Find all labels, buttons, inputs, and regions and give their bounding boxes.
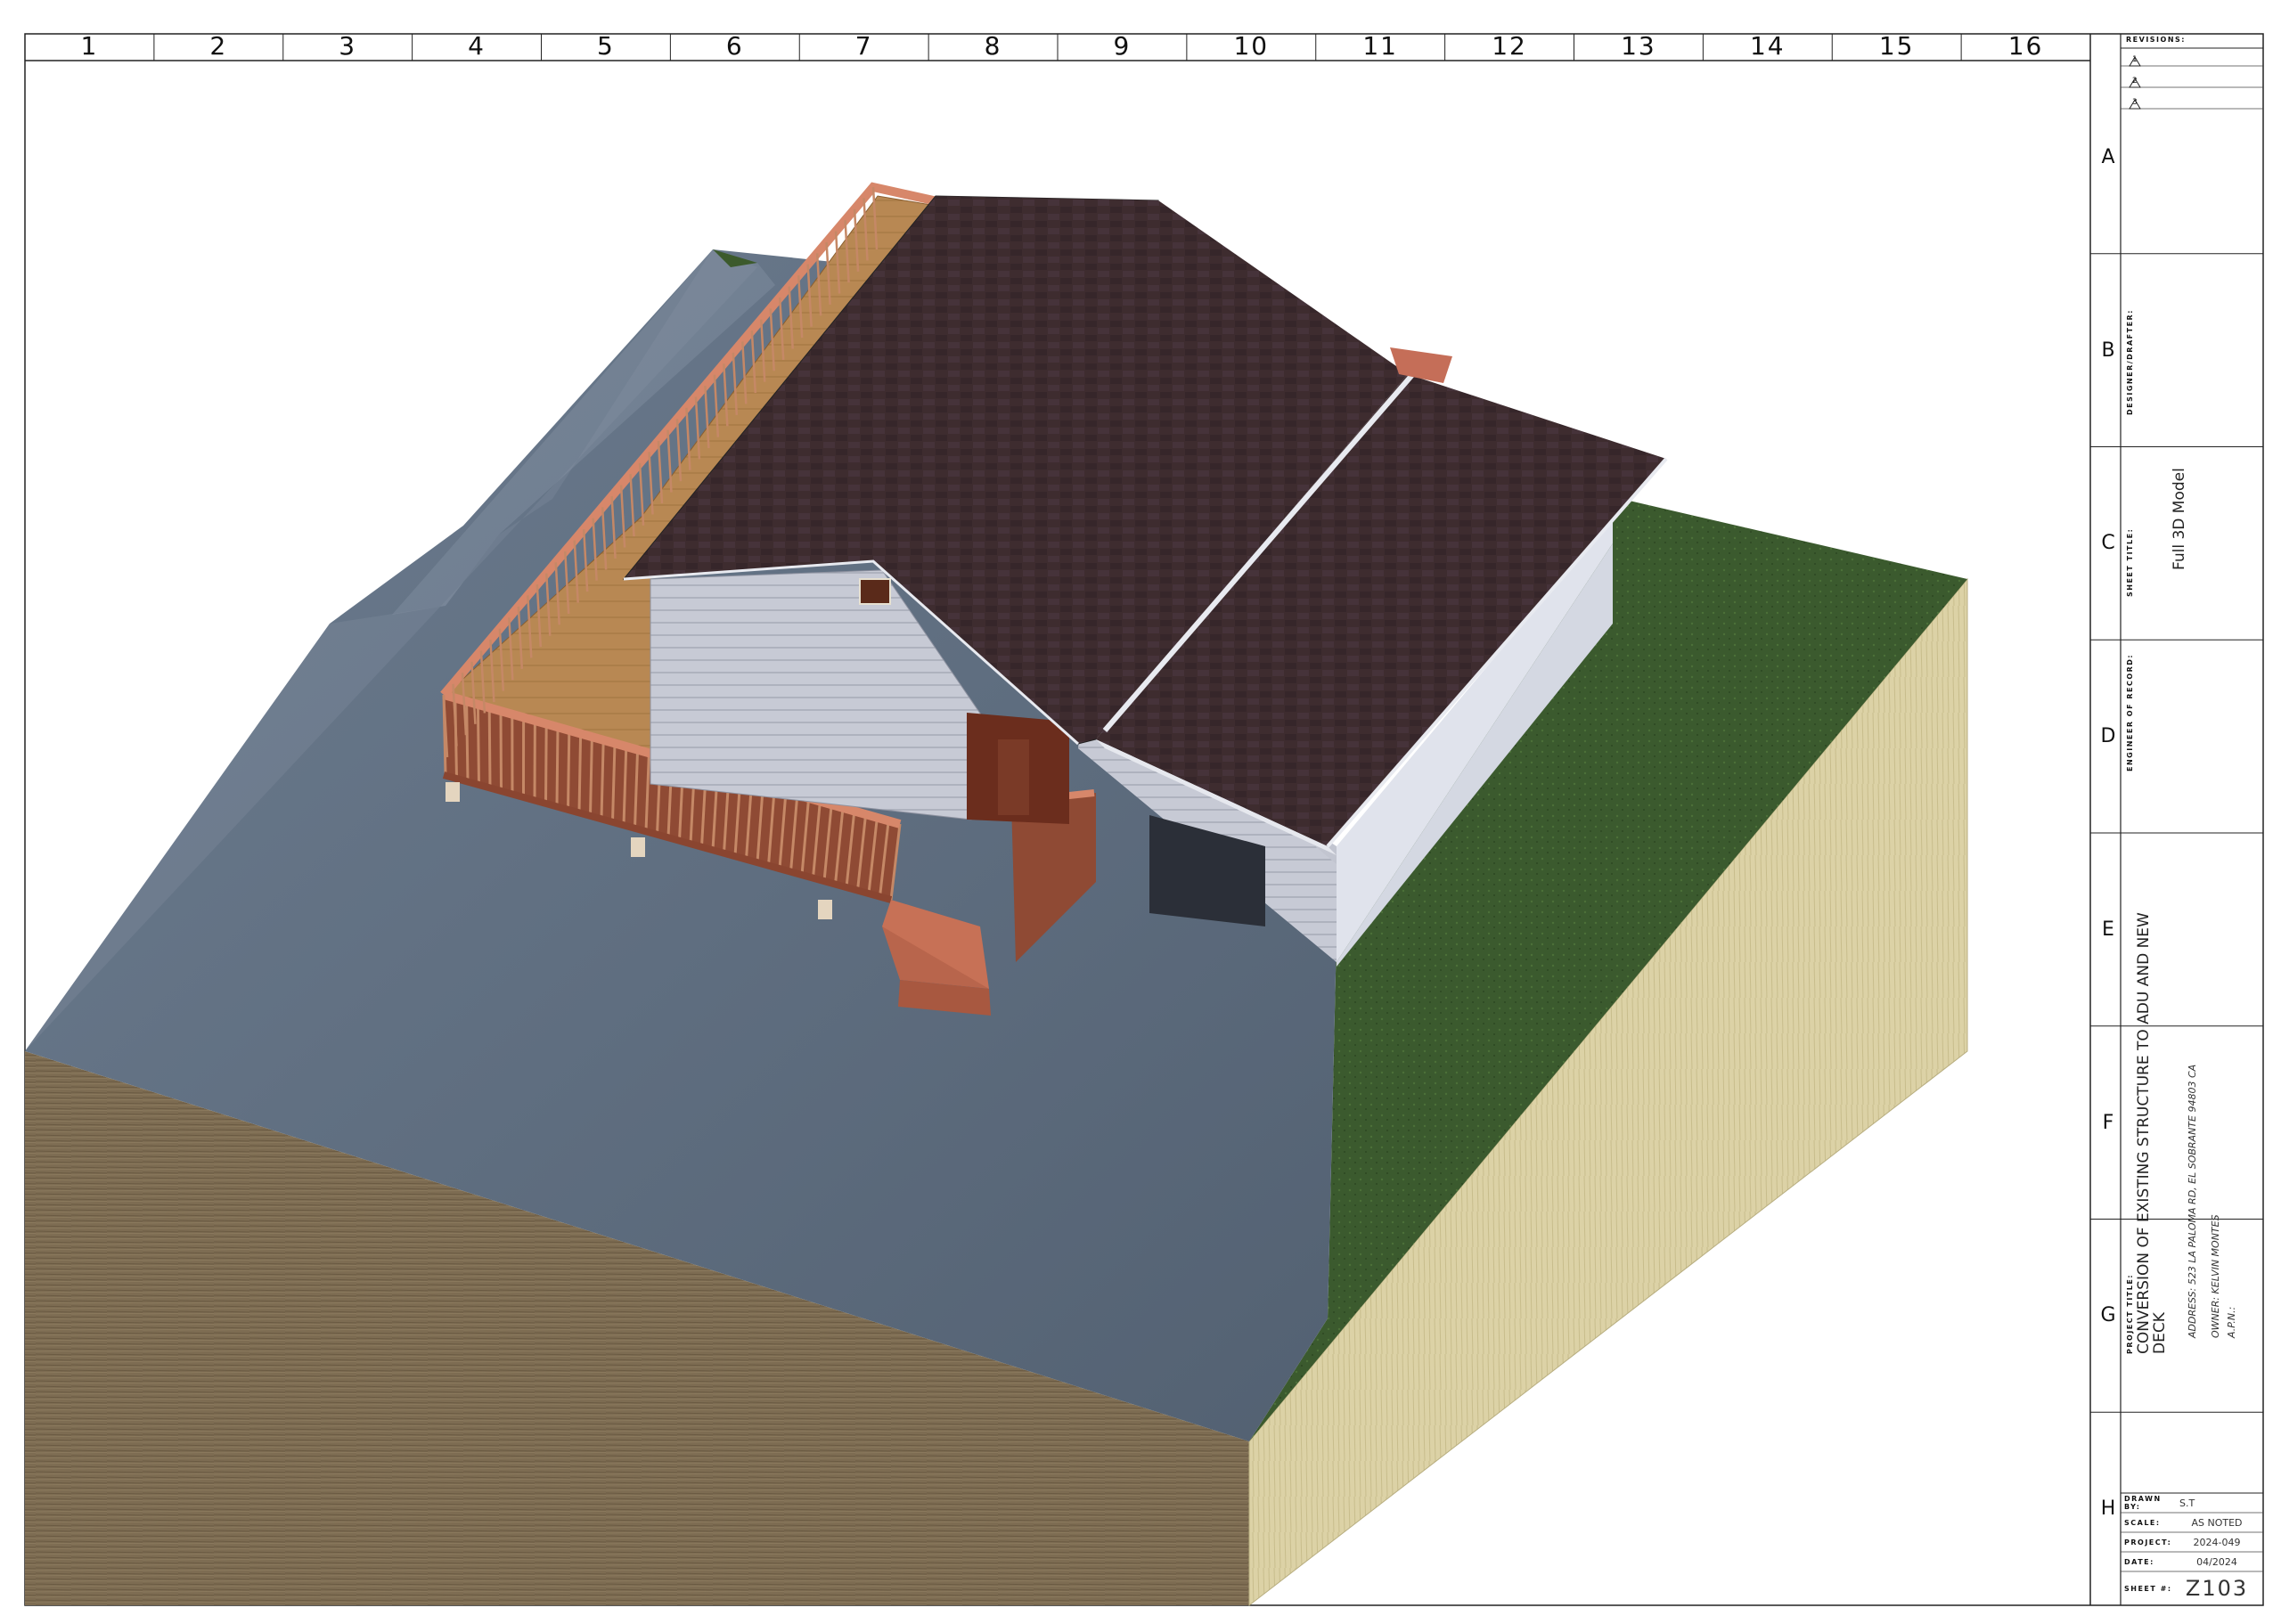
column-label-16: 16 bbox=[1961, 32, 2090, 59]
sheet-number-label: SHEET #: bbox=[2121, 1585, 2179, 1593]
drawn-by-value: S.T bbox=[2179, 1498, 2254, 1509]
site-model bbox=[25, 185, 1967, 1605]
project-title-line1: CONVERSION OF EXISTING STRUCTURE TO ADU … bbox=[2135, 912, 2153, 1354]
column-label-8: 8 bbox=[928, 32, 1058, 59]
column-label-15: 15 bbox=[1832, 32, 1961, 59]
scale-value: AS NOTED bbox=[2179, 1517, 2254, 1529]
sheet-svg bbox=[0, 0, 2281, 1620]
deck-baluster bbox=[568, 730, 569, 810]
drawn-by-label: DRAWN BY: bbox=[2121, 1495, 2179, 1511]
project-value: 2024-049 bbox=[2179, 1537, 2254, 1548]
date-row: DATE: 04/2024 bbox=[2121, 1552, 2254, 1571]
project-row: PROJECT: 2024-049 bbox=[2121, 1532, 2254, 1552]
column-label-2: 2 bbox=[154, 32, 283, 59]
designer-label: DESIGNER/DRAFTER: bbox=[2126, 309, 2134, 415]
column-label-10: 10 bbox=[1187, 32, 1316, 59]
column-label-6: 6 bbox=[670, 32, 799, 59]
column-label-11: 11 bbox=[1316, 32, 1445, 59]
row-label-F: F bbox=[2090, 1026, 2126, 1220]
row-label-A: A bbox=[2090, 61, 2126, 254]
deck-baluster bbox=[489, 708, 490, 788]
drawn-by-row: DRAWN BY: S.T bbox=[2121, 1493, 2254, 1513]
row-label-G: G bbox=[2090, 1220, 2126, 1413]
address-line: ADDRESS: 523 LA PALOMA RD, EL SOBRANTE 9… bbox=[2187, 1065, 2198, 1338]
sheet-number-row: SHEET #: Z103 bbox=[2121, 1571, 2254, 1605]
column-label-7: 7 bbox=[799, 32, 928, 59]
row-label-B: B bbox=[2090, 254, 2126, 447]
owner-line: OWNER: KELVIN MONTES bbox=[2210, 1214, 2221, 1338]
row-label-E: E bbox=[2090, 833, 2126, 1026]
column-label-12: 12 bbox=[1445, 32, 1574, 59]
scale-label: SCALE: bbox=[2121, 1519, 2179, 1527]
deck-baluster bbox=[579, 734, 581, 813]
column-label-14: 14 bbox=[1703, 32, 1832, 59]
sheet-title: Full 3D Model bbox=[2171, 468, 2188, 570]
sheet-title-label: SHEET TITLE: bbox=[2126, 528, 2134, 597]
date-value: 04/2024 bbox=[2179, 1556, 2254, 1568]
deck-baluster bbox=[557, 727, 558, 806]
drawing-sheet bbox=[0, 0, 2281, 1620]
revisions-label: REVISIONS: bbox=[2126, 36, 2186, 44]
project-label: PROJECT: bbox=[2121, 1538, 2179, 1546]
column-label-13: 13 bbox=[1574, 32, 1704, 59]
project-title-line2: DECK bbox=[2151, 1312, 2169, 1354]
sheet-number-value: Z103 bbox=[2179, 1576, 2254, 1601]
column-label-4: 4 bbox=[413, 32, 542, 59]
deck-baluster bbox=[467, 701, 468, 781]
row-label-D: D bbox=[2090, 640, 2126, 833]
column-label-1: 1 bbox=[25, 32, 154, 59]
revision-2: 2 bbox=[2132, 77, 2138, 86]
revision-1: 1 bbox=[2132, 55, 2138, 64]
engineer-label: ENGINEER OF RECORD: bbox=[2126, 654, 2134, 771]
deck-baluster bbox=[546, 724, 547, 804]
scale-row: SCALE: AS NOTED bbox=[2121, 1513, 2254, 1532]
revision-3: 3 bbox=[2132, 98, 2138, 107]
column-label-5: 5 bbox=[542, 32, 671, 59]
deck-baluster bbox=[591, 737, 593, 815]
apn-line: A.P.N.: bbox=[2226, 1307, 2237, 1338]
deck-baluster bbox=[501, 711, 502, 790]
column-label-3: 3 bbox=[283, 32, 413, 59]
date-label: DATE: bbox=[2121, 1558, 2179, 1566]
row-label-C: C bbox=[2090, 447, 2126, 641]
column-label-9: 9 bbox=[1058, 32, 1187, 59]
project-title-label: PROJECT TITLE: bbox=[2126, 1274, 2134, 1354]
